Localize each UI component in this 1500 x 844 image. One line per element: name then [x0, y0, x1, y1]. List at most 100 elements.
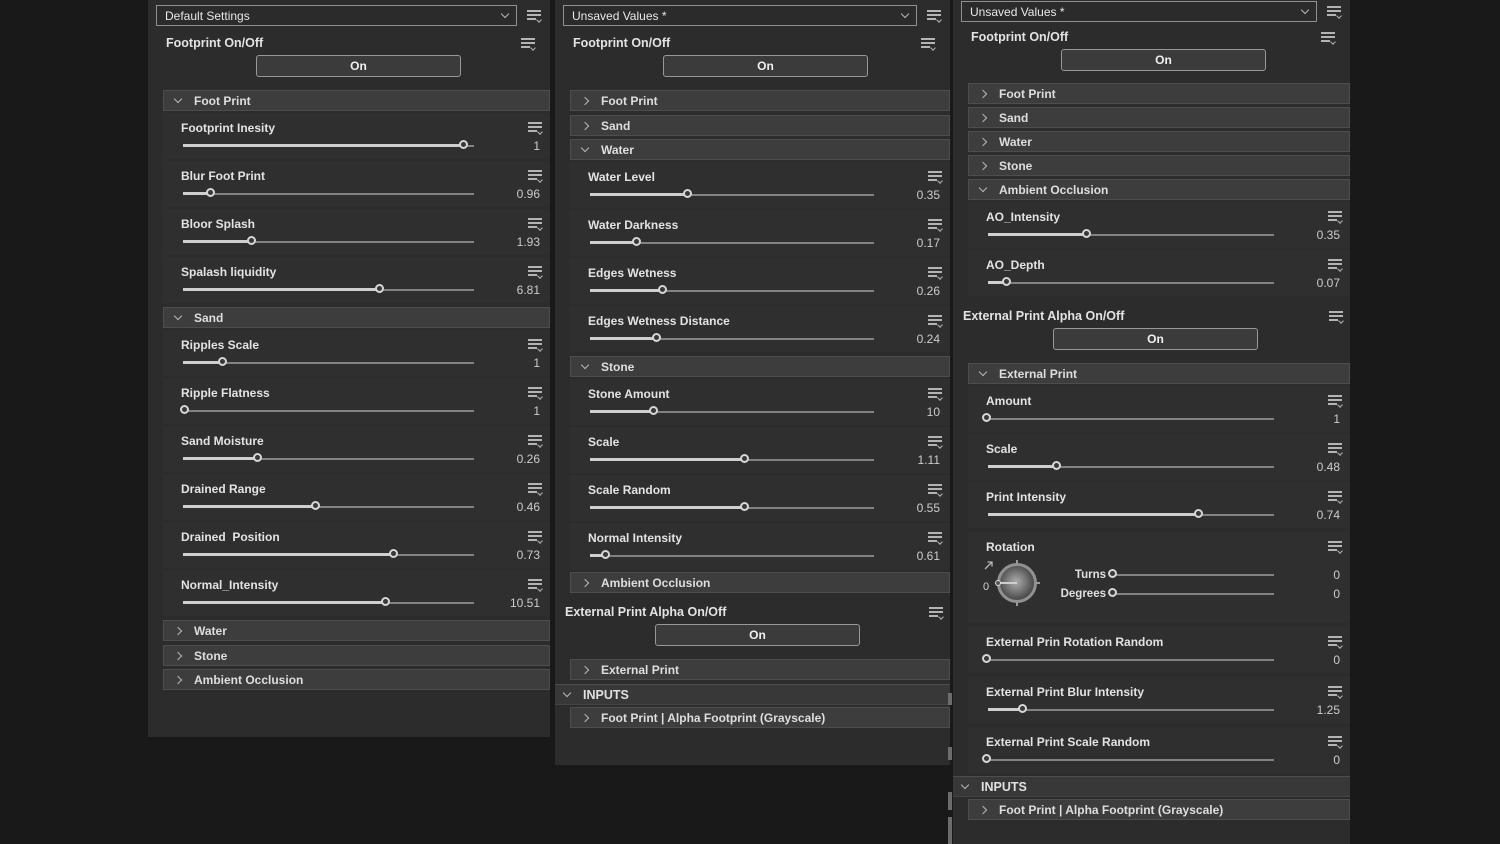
param-slider[interactable]: [590, 188, 874, 202]
section-header-foot-print[interactable]: Foot Print: [968, 83, 1350, 104]
slider-handle[interactable]: [683, 189, 692, 198]
section-header-ambient-occlusion[interactable]: Ambient Occlusion: [570, 572, 950, 593]
param-menu-icon[interactable]: [1328, 258, 1343, 271]
slider-handle[interactable]: [206, 188, 215, 197]
param-menu-icon[interactable]: [1328, 735, 1343, 748]
param-menu-icon[interactable]: [528, 434, 543, 447]
param-slider[interactable]: [183, 596, 474, 610]
footprint-on-button[interactable]: On: [256, 55, 461, 77]
preset-menu-icon[interactable]: [927, 9, 942, 22]
section-header-sand[interactable]: Sand: [570, 115, 950, 136]
param-menu-icon[interactable]: [921, 37, 936, 50]
section-header-water[interactable]: Water: [163, 620, 550, 641]
slider-handle[interactable]: [1002, 277, 1011, 286]
section-header-stone[interactable]: Stone: [163, 645, 550, 666]
slider-handle[interactable]: [1018, 704, 1027, 713]
param-menu-icon[interactable]: [1328, 442, 1343, 455]
preset-dropdown[interactable]: Default Settings: [156, 5, 517, 26]
param-slider[interactable]: [183, 404, 474, 418]
param-slider[interactable]: [183, 452, 474, 466]
param-menu-icon[interactable]: [528, 338, 543, 351]
param-slider[interactable]: [590, 284, 874, 298]
section-header-ambient-occlusion[interactable]: Ambient Occlusion: [163, 669, 550, 690]
slider-handle[interactable]: [982, 654, 991, 663]
slider-handle[interactable]: [1052, 461, 1061, 470]
param-slider[interactable]: [988, 276, 1274, 290]
param-slider[interactable]: [590, 332, 874, 346]
param-slider[interactable]: [183, 187, 474, 201]
param-slider[interactable]: [590, 405, 874, 419]
slider-handle[interactable]: [740, 502, 749, 511]
footprint-on-button[interactable]: On: [1061, 49, 1266, 71]
degrees-slider[interactable]: [1114, 587, 1274, 601]
param-menu-icon[interactable]: [928, 435, 943, 448]
slider-handle[interactable]: [632, 237, 641, 246]
input-item-header[interactable]: Foot Print | Alpha Footprint (Grayscale): [968, 799, 1350, 820]
param-menu-icon[interactable]: [528, 265, 543, 278]
param-slider[interactable]: [183, 283, 474, 297]
param-slider[interactable]: [988, 753, 1274, 767]
scrollbar-segment[interactable]: [948, 747, 952, 760]
slider-handle[interactable]: [459, 140, 468, 149]
param-menu-icon[interactable]: [1328, 540, 1343, 553]
param-menu-icon[interactable]: [1328, 685, 1343, 698]
section-header-water[interactable]: Water: [570, 139, 950, 160]
param-menu-icon[interactable]: [928, 218, 943, 231]
section-header-foot-print[interactable]: Foot Print: [570, 90, 950, 111]
section-header-sand[interactable]: Sand: [968, 107, 1350, 128]
param-menu-icon[interactable]: [928, 387, 943, 400]
param-menu-icon[interactable]: [521, 37, 536, 50]
param-slider[interactable]: [590, 549, 874, 563]
inputs-header[interactable]: INPUTS: [555, 684, 950, 705]
preset-dropdown[interactable]: Unsaved Values *: [563, 5, 917, 26]
param-slider[interactable]: [988, 460, 1274, 474]
slider-handle[interactable]: [740, 454, 749, 463]
section-header-sand[interactable]: Sand: [163, 307, 550, 328]
alpha-on-button[interactable]: On: [1053, 328, 1258, 350]
slider-handle[interactable]: [658, 285, 667, 294]
turns-slider[interactable]: [1114, 568, 1274, 582]
slider-handle[interactable]: [218, 357, 227, 366]
slider-handle[interactable]: [1194, 509, 1203, 518]
section-header-external-print[interactable]: External Print: [570, 659, 950, 680]
param-menu-icon[interactable]: [1321, 31, 1336, 44]
param-menu-icon[interactable]: [528, 217, 543, 230]
slider-handle[interactable]: [649, 406, 658, 415]
input-item-header[interactable]: Foot Print | Alpha Footprint (Grayscale): [570, 707, 950, 728]
param-menu-icon[interactable]: [528, 121, 543, 134]
slider-handle[interactable]: [1108, 588, 1117, 597]
param-slider[interactable]: [590, 501, 874, 515]
section-header-external-print[interactable]: External Print: [968, 363, 1350, 384]
param-menu-icon[interactable]: [928, 170, 943, 183]
param-menu-icon[interactable]: [928, 483, 943, 496]
param-menu-icon[interactable]: [528, 169, 543, 182]
param-slider[interactable]: [590, 236, 874, 250]
param-slider[interactable]: [988, 653, 1274, 667]
slider-handle[interactable]: [311, 501, 320, 510]
scrollbar-segment[interactable]: [948, 693, 952, 705]
param-menu-icon[interactable]: [528, 530, 543, 543]
param-slider[interactable]: [183, 356, 474, 370]
param-slider[interactable]: [183, 235, 474, 249]
param-menu-icon[interactable]: [1328, 394, 1343, 407]
slider-handle[interactable]: [652, 333, 661, 342]
slider-handle[interactable]: [601, 550, 610, 559]
param-slider[interactable]: [988, 508, 1274, 522]
param-slider[interactable]: [183, 500, 474, 514]
footprint-on-button[interactable]: On: [663, 55, 868, 77]
param-slider[interactable]: [988, 412, 1274, 426]
param-menu-icon[interactable]: [928, 314, 943, 327]
preset-dropdown[interactable]: Unsaved Values *: [961, 1, 1317, 22]
param-slider[interactable]: [590, 453, 874, 467]
inputs-header[interactable]: INPUTS: [953, 776, 1350, 797]
section-header-stone[interactable]: Stone: [968, 155, 1350, 176]
alpha-on-button[interactable]: On: [655, 624, 860, 646]
param-menu-icon[interactable]: [928, 531, 943, 544]
param-slider[interactable]: [183, 548, 474, 562]
scrollbar-segment[interactable]: [948, 817, 952, 844]
slider-handle[interactable]: [1082, 229, 1091, 238]
param-slider[interactable]: [988, 703, 1274, 717]
param-menu-icon[interactable]: [528, 386, 543, 399]
param-menu-icon[interactable]: [1328, 490, 1343, 503]
param-slider[interactable]: [183, 139, 474, 153]
